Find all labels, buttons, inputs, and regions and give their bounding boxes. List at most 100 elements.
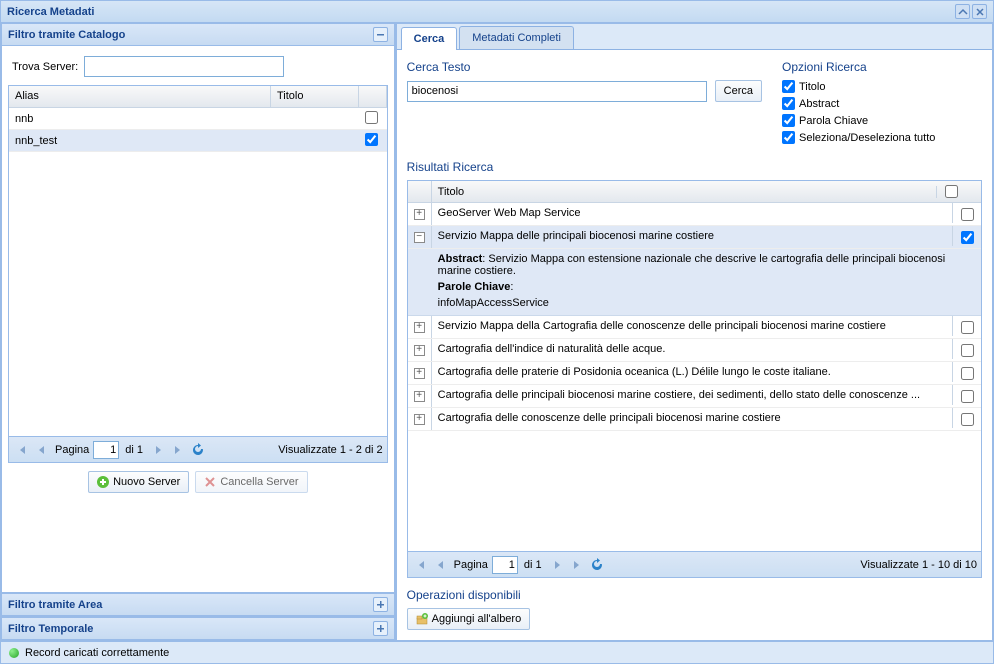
new-server-label: Nuovo Server (113, 476, 180, 488)
server-grid: Alias Titolo nnb nnb_test (8, 85, 388, 463)
accordion-title-area: Filtro tramite Area (8, 599, 373, 611)
result-title: GeoServer Web Map Service (432, 203, 953, 223)
statusbar: Record caricati correttamente (1, 641, 993, 663)
abstract-label: Abstract (438, 253, 483, 265)
page-number-input[interactable] (492, 556, 518, 574)
result-row[interactable]: + Servizio Mappa della Cartografia delle… (408, 316, 981, 339)
first-page-button[interactable] (412, 556, 430, 574)
expand-row-button[interactable]: + (414, 391, 425, 402)
result-title: Cartografia dell'indice di naturalità de… (432, 339, 953, 359)
results-selectall-checkbox[interactable] (945, 185, 958, 198)
result-checkbox[interactable] (961, 390, 974, 403)
option-title-checkbox[interactable] (782, 80, 795, 93)
result-checkbox[interactable] (961, 413, 974, 426)
option-selectall-label: Seleziona/Deseleziona tutto (799, 132, 935, 144)
keywords-text: infoMapAccessService (438, 297, 975, 309)
expand-row-button[interactable]: + (414, 209, 425, 220)
add-to-tree-button[interactable]: Aggiungi all'albero (407, 608, 531, 630)
add-to-tree-label: Aggiungi all'albero (432, 613, 522, 625)
column-header-titolo[interactable]: Titolo (271, 86, 359, 107)
server-paging-toolbar: Pagina di 1 Visualizzate 1 - 2 di 2 (9, 436, 387, 462)
titlebar: Ricerca Metadati (1, 1, 993, 23)
expand-row-button[interactable]: + (414, 368, 425, 379)
accordion-header-temporal[interactable]: Filtro Temporale (2, 618, 394, 640)
accordion-title-temporal: Filtro Temporale (8, 623, 373, 635)
expand-row-button[interactable]: + (414, 345, 425, 356)
keywords-label: Parole Chiave (438, 281, 511, 293)
operations-title: Operazioni disponibili (407, 588, 982, 602)
search-button[interactable]: Cerca (715, 80, 762, 102)
tab-search[interactable]: Cerca (401, 27, 458, 50)
status-ok-icon (9, 648, 19, 658)
next-page-button[interactable] (548, 556, 566, 574)
new-server-button[interactable]: Nuovo Server (88, 471, 189, 493)
result-title: Cartografia delle praterie di Posidonia … (432, 362, 953, 382)
accordion-temporal: Filtro Temporale (1, 617, 395, 641)
expand-icon[interactable] (373, 621, 388, 636)
accordion-area: Filtro tramite Area (1, 593, 395, 617)
result-row[interactable]: − Servizio Mappa delle principali biocen… (408, 226, 981, 249)
delete-server-button[interactable]: Cancella Server (195, 471, 307, 493)
server-checkbox[interactable] (365, 111, 378, 124)
server-checkbox[interactable] (365, 133, 378, 146)
result-checkbox[interactable] (961, 208, 974, 221)
refresh-button[interactable] (189, 441, 207, 459)
last-page-button[interactable] (568, 556, 586, 574)
server-alias: nnb_test (9, 135, 271, 147)
accordion-header-area[interactable]: Filtro tramite Area (2, 594, 394, 616)
result-checkbox[interactable] (961, 344, 974, 357)
delete-server-label: Cancella Server (220, 476, 298, 488)
search-text-input[interactable] (407, 81, 707, 102)
window-title: Ricerca Metadati (7, 6, 955, 18)
result-title: Servizio Mappa della Cartografia delle c… (432, 316, 953, 336)
tabstrip: Cerca Metadati Completi (397, 24, 992, 50)
server-alias: nnb (9, 113, 271, 125)
collapse-icon[interactable] (373, 27, 388, 42)
search-text-title: Cerca Testo (407, 60, 762, 74)
results-grid: Titolo + GeoServer Web Map Service (407, 180, 982, 578)
option-keyword-checkbox[interactable] (782, 114, 795, 127)
result-row[interactable]: + Cartografia dell'indice di naturalità … (408, 339, 981, 362)
results-column-titolo[interactable]: Titolo (432, 186, 937, 198)
result-row[interactable]: + GeoServer Web Map Service (408, 203, 981, 226)
server-row[interactable]: nnb_test (9, 130, 387, 152)
close-button[interactable] (972, 4, 987, 19)
result-checkbox[interactable] (961, 231, 974, 244)
result-title: Cartografia delle principali biocenosi m… (432, 385, 953, 405)
result-checkbox[interactable] (961, 367, 974, 380)
results-paging-toolbar: Pagina di 1 Visualizzate 1 - 10 di 10 (408, 551, 981, 577)
paging-display-msg: Visualizzate 1 - 10 di 10 (860, 559, 977, 571)
server-row[interactable]: nnb (9, 108, 387, 130)
page-number-input[interactable] (93, 441, 119, 459)
collapse-row-button[interactable]: − (414, 232, 425, 243)
left-panel: Filtro tramite Catalogo Trova Server: Al… (1, 23, 396, 641)
expand-icon[interactable] (373, 597, 388, 612)
result-row[interactable]: + Cartografia delle praterie di Posidoni… (408, 362, 981, 385)
result-title: Cartografia delle conoscenze delle princ… (432, 408, 953, 428)
accordion-header-catalog[interactable]: Filtro tramite Catalogo (2, 24, 394, 46)
last-page-button[interactable] (169, 441, 187, 459)
collapse-up-button[interactable] (955, 4, 970, 19)
option-title-label: Titolo (799, 81, 826, 93)
find-server-input[interactable] (84, 56, 284, 77)
result-checkbox[interactable] (961, 321, 974, 334)
refresh-button[interactable] (588, 556, 606, 574)
tab-full-metadata[interactable]: Metadati Completi (459, 26, 574, 49)
column-header-alias[interactable]: Alias (9, 86, 271, 107)
option-selectall-checkbox[interactable] (782, 131, 795, 144)
first-page-button[interactable] (13, 441, 31, 459)
option-abstract-checkbox[interactable] (782, 97, 795, 110)
abstract-text: : Servizio Mappa con estensione nazional… (438, 253, 946, 277)
prev-page-button[interactable] (33, 441, 51, 459)
search-options-title: Opzioni Ricerca (782, 60, 982, 74)
expand-row-button[interactable]: + (414, 322, 425, 333)
result-row[interactable]: + Cartografia delle principali biocenosi… (408, 385, 981, 408)
expand-row-button[interactable]: + (414, 414, 425, 425)
page-of-label: di 1 (125, 444, 143, 456)
next-page-button[interactable] (149, 441, 167, 459)
option-abstract-label: Abstract (799, 98, 839, 110)
result-row[interactable]: + Cartografia delle conoscenze delle pri… (408, 408, 981, 431)
find-server-label: Trova Server: (12, 61, 78, 73)
accordion-title-catalog: Filtro tramite Catalogo (8, 29, 373, 41)
prev-page-button[interactable] (432, 556, 450, 574)
